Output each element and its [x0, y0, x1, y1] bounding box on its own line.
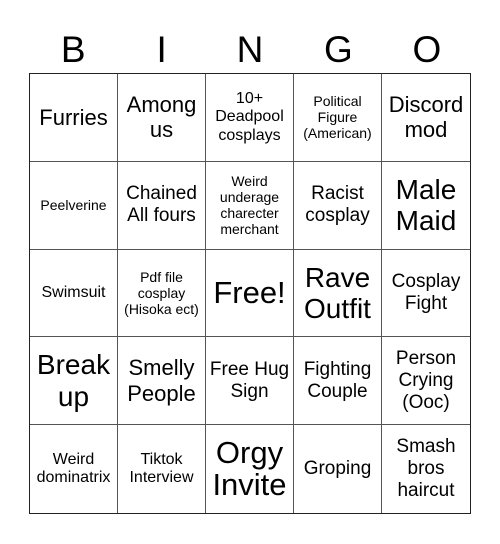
bingo-cell[interactable]: Groping — [294, 425, 382, 513]
bingo-cell[interactable]: Orgy Invite — [206, 425, 294, 513]
bingo-cell[interactable]: Fighting Couple — [294, 337, 382, 426]
bingo-grid: Furries Among us 10+ Deadpool cosplays P… — [29, 73, 471, 514]
bingo-cell[interactable]: Pdf file cosplay (Hisoka ect) — [118, 249, 206, 338]
header-letter-n: N — [236, 29, 264, 70]
bingo-cell[interactable]: Political Figure (American) — [294, 74, 382, 162]
header-letter-g: G — [324, 29, 353, 70]
bingo-cell[interactable]: Peelverine — [30, 161, 118, 250]
bingo-cell[interactable]: Among us — [118, 74, 206, 162]
bingo-cell[interactable]: Break up — [30, 337, 118, 426]
bingo-cell[interactable]: Smelly People — [118, 337, 206, 426]
bingo-cell[interactable]: Furries — [30, 74, 118, 162]
bingo-cell[interactable]: Swimsuit — [30, 249, 118, 338]
bingo-cell[interactable]: Discord mod — [382, 74, 470, 162]
bingo-cell[interactable]: Weird underage charecter merchant — [206, 161, 294, 250]
header-letter-b: B — [60, 29, 86, 70]
bingo-header: B I N G O — [29, 26, 471, 73]
free-space-cell[interactable]: Free! — [206, 249, 294, 338]
bingo-cell[interactable]: Male Maid — [382, 162, 470, 250]
bingo-cell[interactable]: Cosplay Fight — [382, 250, 470, 338]
bingo-cell[interactable]: Tiktok Interview — [118, 425, 206, 513]
bingo-cell[interactable]: Person Crying (Ooc) — [382, 337, 470, 426]
bingo-cell[interactable]: Weird dominatrix — [30, 425, 118, 513]
bingo-cell[interactable]: Chained All fours — [118, 161, 206, 250]
bingo-cell[interactable]: Rave Outfit — [294, 249, 382, 338]
bingo-cell[interactable]: 10+ Deadpool cosplays — [206, 74, 294, 162]
bingo-cell[interactable]: Smash bros haircut — [382, 425, 470, 513]
bingo-cell[interactable]: Racist cosplay — [294, 161, 382, 250]
header-letter-o: O — [412, 29, 442, 70]
header-letter-i: I — [156, 29, 167, 70]
bingo-cell[interactable]: Free Hug Sign — [206, 337, 294, 426]
